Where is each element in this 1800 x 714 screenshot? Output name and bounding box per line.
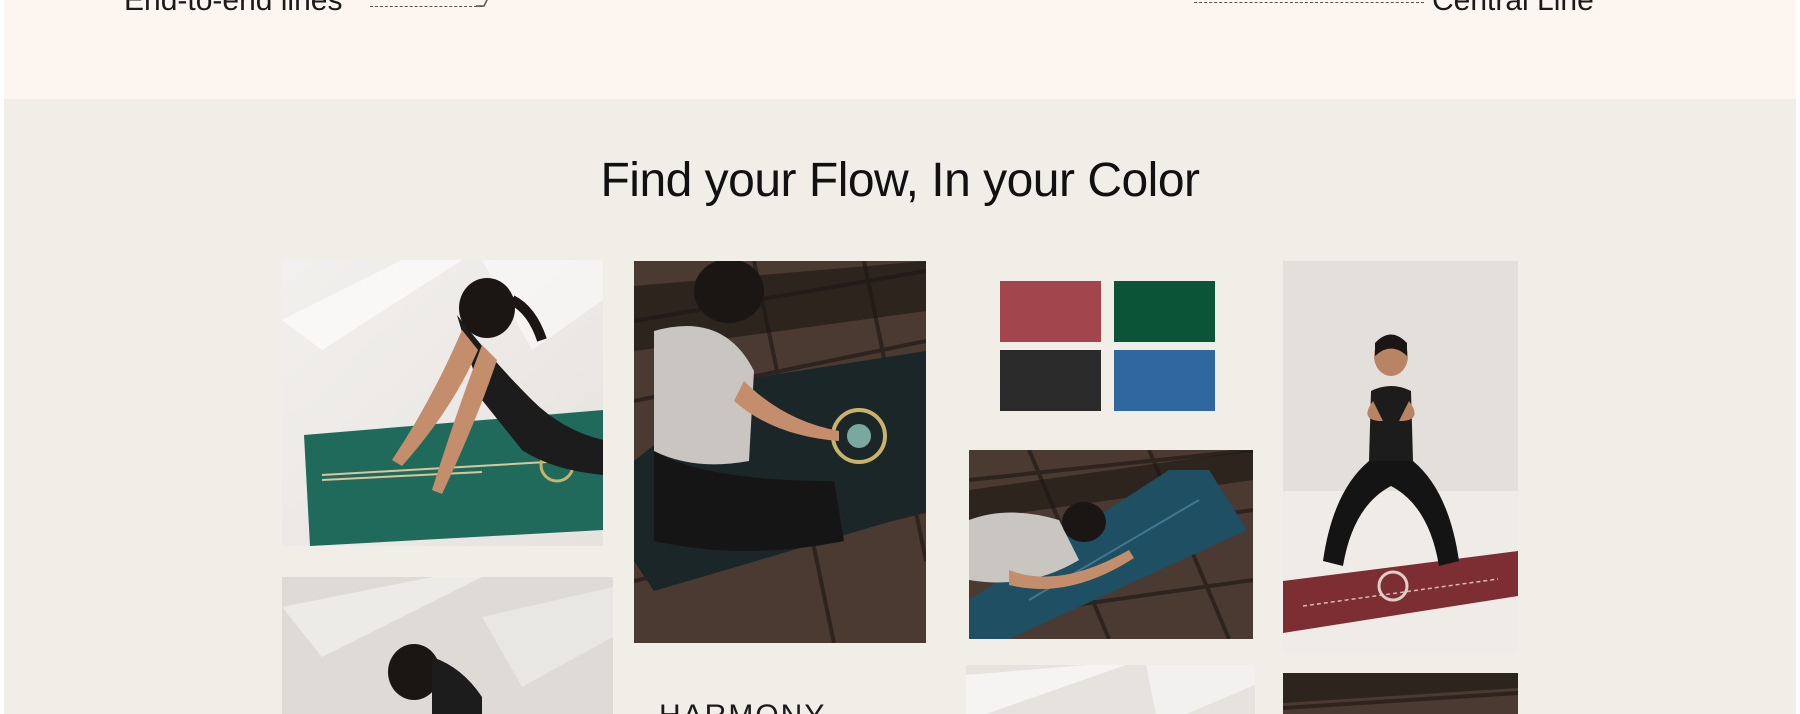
photo-woman-bending[interactable] bbox=[282, 577, 613, 714]
photo-woman-green-mat[interactable] bbox=[282, 260, 603, 546]
callout-arrow-left-icon bbox=[476, 0, 488, 7]
page: End-to-end lines Central Line Find your … bbox=[4, 0, 1796, 714]
callout-line-left bbox=[370, 6, 482, 7]
callout-line-right bbox=[1194, 2, 1424, 3]
photo-woman-black-mat[interactable] bbox=[634, 261, 926, 643]
feature-label-central-line: Central Line bbox=[1432, 0, 1594, 17]
swatch-red[interactable] bbox=[1000, 281, 1101, 342]
swatch-blue[interactable] bbox=[1114, 350, 1215, 411]
photo-woman-blue-mat[interactable] bbox=[969, 450, 1253, 639]
feature-label-end-to-end-lines: End-to-end lines bbox=[124, 0, 343, 17]
gallery-caption-harmony: HARMONY bbox=[659, 699, 826, 714]
photo-wooden-deck[interactable] bbox=[1283, 673, 1518, 714]
swatch-green[interactable] bbox=[1114, 281, 1215, 342]
color-gallery-section: Find your Flow, In your Color bbox=[4, 99, 1796, 714]
swatch-black[interactable] bbox=[1000, 350, 1101, 411]
photo-woman-maroon-mat[interactable] bbox=[1283, 261, 1518, 653]
gallery-heading: Find your Flow, In your Color bbox=[600, 154, 1200, 207]
features-section: End-to-end lines Central Line bbox=[4, 0, 1796, 99]
photo-light-room[interactable] bbox=[966, 665, 1255, 714]
